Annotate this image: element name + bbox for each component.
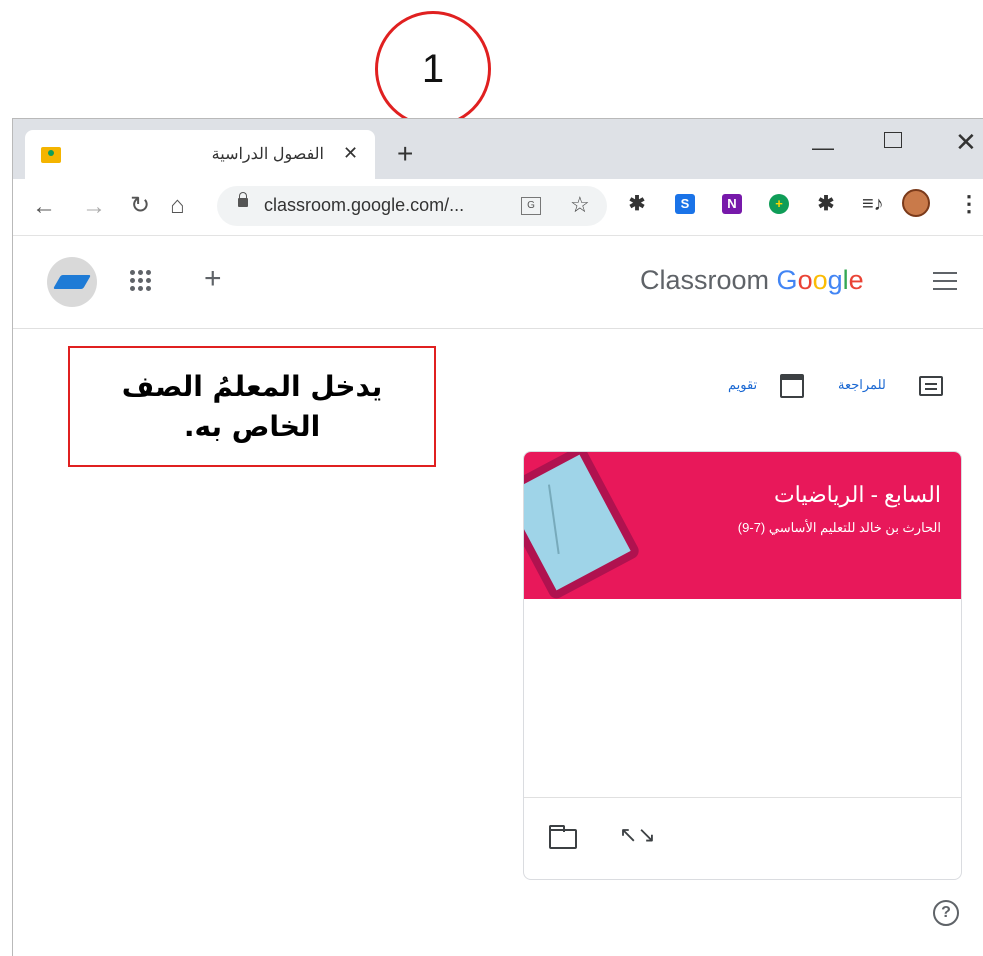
new-tab-button[interactable]: + [397, 140, 413, 168]
calendar-link[interactable]: تقويم [728, 377, 757, 393]
callout-text-line1: يدخل المعلمُ الصف [121, 369, 383, 403]
translate-icon[interactable]: G [521, 197, 541, 215]
brand-google: Google [777, 265, 864, 295]
gradebook-trend-icon[interactable]: ↖↘ [619, 822, 656, 848]
main-menu-icon[interactable] [933, 272, 957, 290]
calendar-icon[interactable] [780, 374, 804, 398]
class-title[interactable]: السابع - الرياضيات [774, 482, 941, 508]
minimize-button[interactable]: — [812, 135, 834, 161]
tab-title: الفصول الدراسية [211, 146, 324, 163]
extension-s-icon[interactable]: S [675, 194, 695, 214]
browser-menu-icon[interactable]: ⋮ [958, 191, 980, 217]
brand-google-letter: o [812, 265, 828, 295]
to-review-link[interactable]: للمراجعة [838, 377, 886, 393]
close-window-button[interactable]: ✕ [955, 127, 977, 158]
geometry-illustration [524, 452, 642, 602]
brand-google-letter: g [827, 265, 843, 295]
to-review-icon[interactable] [919, 376, 943, 396]
class-card[interactable]: السابع - الرياضيات الحارث بن خالد للتعلي… [523, 451, 962, 880]
url-text[interactable]: classroom.google.com/... [264, 195, 464, 216]
class-card-footer [524, 797, 961, 879]
media-control-icon[interactable]: ≡♪ [862, 193, 884, 216]
brand-google-letter: G [776, 265, 798, 295]
lock-icon[interactable] [238, 192, 248, 207]
account-avatar[interactable] [47, 257, 97, 307]
tab-close-icon[interactable]: ✕ [343, 143, 358, 164]
help-icon[interactable]: ? [933, 900, 959, 926]
brand-classroom: Classroom [640, 265, 770, 295]
bookmark-star-icon[interactable]: ☆ [570, 192, 590, 218]
callout-text-line2: الخاص به. [183, 409, 321, 443]
class-card-banner[interactable]: السابع - الرياضيات الحارث بن خالد للتعلي… [524, 452, 961, 602]
step-number-annotation: 1 [375, 11, 491, 127]
extensions-puzzle-icon[interactable]: ✱ [816, 194, 836, 214]
back-arrow-icon[interactable]: ← [32, 195, 56, 219]
extension-puzzle-green-icon[interactable]: ✱ [627, 194, 647, 214]
brand-google-letter: o [797, 265, 813, 295]
folder-icon[interactable] [549, 825, 577, 849]
brand-google-letter: e [848, 265, 864, 295]
instruction-callout: يدخل المعلمُ الصف الخاص به. [68, 346, 436, 467]
create-join-class-icon[interactable]: + [204, 264, 222, 294]
extension-onenote-icon[interactable]: N [722, 194, 742, 214]
profile-avatar[interactable] [902, 189, 930, 217]
forward-arrow-icon[interactable]: → [82, 195, 106, 219]
google-apps-icon[interactable] [130, 270, 152, 292]
home-icon[interactable]: ⌂ [170, 194, 185, 218]
reload-icon[interactable]: ↻ [130, 194, 150, 218]
maximize-button[interactable] [884, 132, 902, 148]
classroom-logo[interactable]: Classroom Google [640, 265, 864, 296]
classroom-favicon-icon [41, 147, 61, 163]
class-section: الحارث بن خالد للتعليم الأساسي (7-9) [737, 520, 941, 535]
extension-plus-icon[interactable]: + [769, 194, 789, 214]
